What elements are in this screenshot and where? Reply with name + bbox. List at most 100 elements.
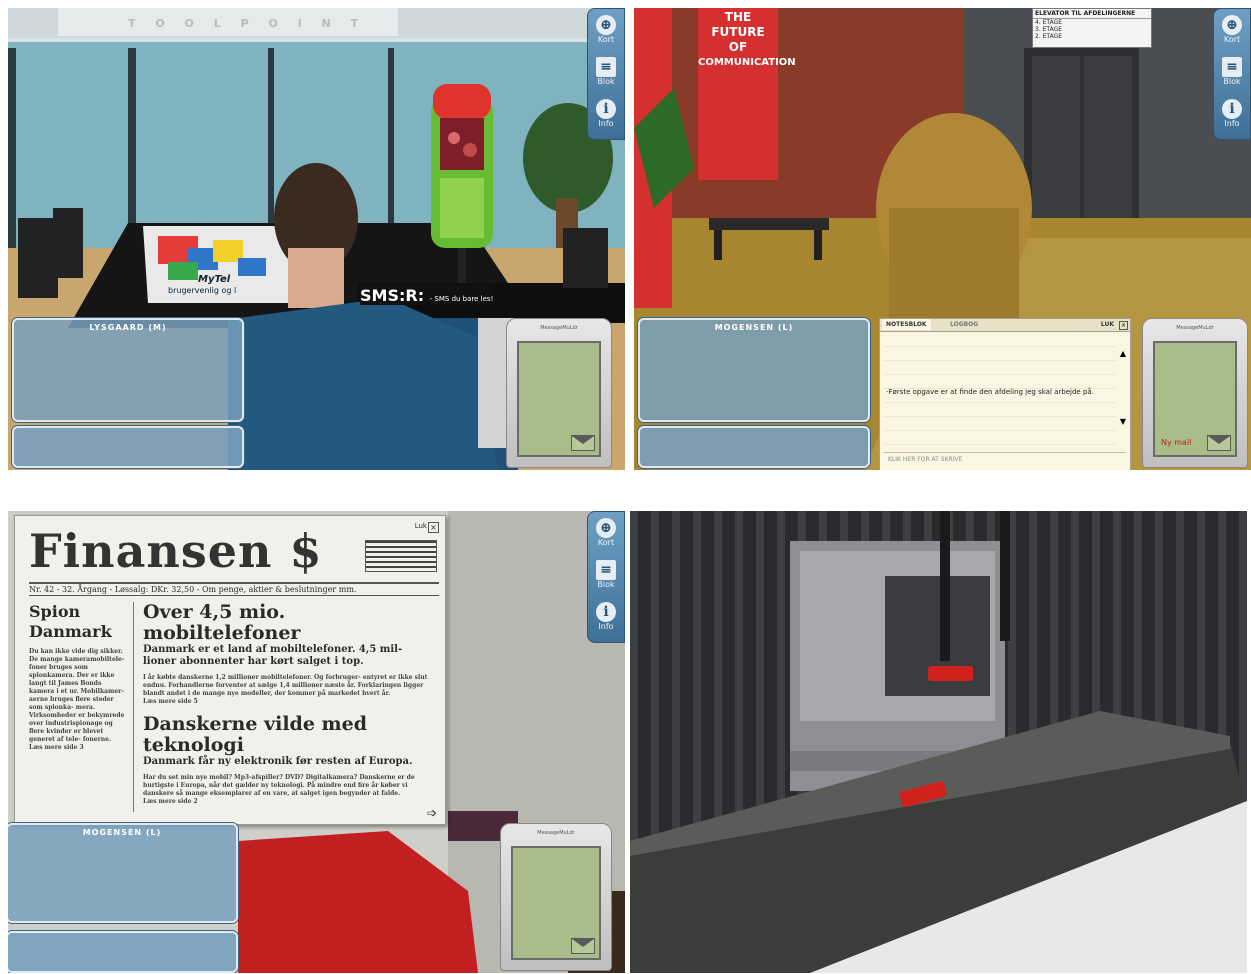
sms-sign-logo: SMS:R: [360,286,425,305]
wall-panel-stripe [630,511,638,841]
tab-logbog[interactable]: LOGBOG [946,319,982,330]
notepad-icon: ≡ [596,57,616,77]
elevator-row: 4. ETAGE [1035,19,1063,26]
chat-input-box[interactable] [8,931,238,973]
shop-sign: T O O L P O I N T [128,17,367,30]
scene-panel-newspaper: Finansen $ Luk × Nr. 42 - 32. Årgang - L… [8,511,625,973]
elevator-row: 3. ETAGE [1035,26,1063,33]
scene-panel-lobby: THE FUTURE OF COMMUNICATION ELEVATOR TIL… [634,8,1251,470]
article2-read-more[interactable]: Læs mere side 2 [143,798,433,806]
side-menu: ⊕ Kort ≡ Blok i Info [587,511,625,643]
elevator-sign: ELEVATOR TIL AFDELINGERNE 4. ETAGE 3. ET… [1032,8,1152,48]
menu-info[interactable]: i Info [591,600,621,636]
left-heading: Spion Danmark [29,602,112,641]
notepad-window: NOTESBLOK LOGBOG LUK × -Første opgave er… [879,318,1131,470]
phone-brand: MessageMuLdr [540,325,578,331]
close-icon[interactable]: × [428,522,439,533]
conveyor-scene [630,511,1247,973]
menu-blok[interactable]: ≡ Blok [591,558,621,594]
close-icon[interactable]: × [1119,321,1128,330]
menu-info[interactable]: i Info [591,97,621,133]
character-dialog-box: MOGENSEN (L) [638,318,870,422]
mobile-phone-widget[interactable]: MessageMuLdr Ny mail [1142,318,1248,468]
elevator-title: ELEVATOR TIL AFDELINGERNE [1033,9,1151,19]
newspaper-title: Finansen $ [29,524,323,578]
phone-brand: MessageMuLdr [537,830,575,836]
newspaper-window: Finansen $ Luk × Nr. 42 - 32. Årgang - L… [14,515,446,825]
sms-sign: SMS:R: - SMS du bare les! [360,286,494,305]
article1-heading: Over 4,5 mio. mobiltelefoner [143,601,301,644]
wall-panel-stripe [735,511,743,841]
close-button[interactable]: LUK [1097,319,1118,330]
menu-kort[interactable]: ⊕ Kort [1217,13,1247,49]
banner-line: THE [724,10,752,24]
wall-panel-stripe [777,511,785,841]
globe-icon: ⊕ [596,518,616,538]
info-icon: i [596,602,616,622]
banner-line: COMMUNICATION [698,57,796,68]
wall-panel-stripe [714,511,722,841]
character-dialog-box: LYSGAARD (M) [12,318,244,422]
article1-body: I år købte danskerne 1,2 millioner mobil… [143,674,428,697]
scroll-up-icon[interactable]: ▲ [1120,349,1126,358]
side-menu: ⊕ Kort ≡ Blok i Info [1213,8,1251,140]
wall-panel-stripe [672,511,680,841]
chat-input-box[interactable] [12,426,244,468]
article2-body: Har du set min nye mobil? Mp3-afspiller?… [143,774,415,797]
stock-graph-icon [365,540,437,572]
phone-screen: Ny mail [1153,341,1237,457]
article2-heading: Danskerne vilde med teknologi [143,713,368,756]
left-read-more[interactable]: Læs mere side 3 [29,744,127,752]
globe-icon: ⊕ [596,15,616,35]
phone-brand: MessageMuLdr [1176,325,1214,331]
article2-sub: Danmark får ny elektronik før resten af … [143,756,413,767]
left-column: Spion Danmark Du kan ikke vide dig sikke… [29,602,134,812]
scene-panel-office: T O O L P O I N T MyTel brugervenlig og … [8,8,625,470]
menu-info[interactable]: i Info [1217,97,1247,133]
envelope-icon[interactable] [571,938,595,954]
speaker-name: MOGENSEN (L) [714,323,794,332]
menu-kort[interactable]: ⊕ Kort [591,516,621,552]
character-dialog-box: MOGENSEN (L) [8,823,238,923]
tab-notesblok[interactable]: NOTESBLOK [882,319,931,330]
side-menu: ⊕ Kort ≡ Blok i Info [587,8,625,140]
menu-kort[interactable]: ⊕ Kort [591,13,621,49]
poster-brand: MyTel [198,274,231,285]
mobile-phone-widget[interactable]: MessageMuLdr [500,823,612,971]
newspaper-subtitle: Nr. 42 - 32. Årgang - Løssalg: DKr. 32,5… [29,582,439,596]
notepad-input[interactable]: KLIK HER FOR AT SKRIVE [884,452,1126,467]
wall-panel-stripe [651,511,659,841]
envelope-icon[interactable] [1207,435,1231,451]
speaker-name: LYSGAARD (M) [89,323,167,332]
article1-read-more[interactable]: Læs mere side 5 [143,698,433,706]
notepad-text[interactable]: -Første opgave er at finde den afdeling … [886,387,1106,397]
scene-panel-conveyor [630,511,1247,973]
globe-icon: ⊕ [1222,15,1242,35]
elevator-row: 2. ETAGE [1035,33,1063,40]
chat-input-box[interactable] [638,426,870,468]
close-button[interactable]: Luk [415,522,427,530]
next-page-arrow-icon[interactable]: ➩ [427,806,437,820]
left-body: Du kan ikke vide dig sikker. De mange ka… [29,648,125,743]
banner-line: FUTURE [711,25,765,39]
phone-screen [517,341,601,457]
article1-sub: Danmark er et land af mobiltelefoner. 4,… [143,644,403,667]
menu-blok[interactable]: ≡ Blok [591,55,621,91]
notepad-icon: ≡ [1222,57,1242,77]
sms-sign-slogan: - SMS du bare les! [429,295,494,303]
new-mail-label[interactable]: Ny mail [1161,438,1191,447]
speaker-name: MOGENSEN (L) [82,828,162,837]
wall-panel-stripe [693,511,701,841]
wall-panel-stripe [756,511,764,841]
info-icon: i [1222,99,1242,119]
info-icon: i [596,99,616,119]
notepad-icon: ≡ [596,560,616,580]
menu-blok[interactable]: ≡ Blok [1217,55,1247,91]
notepad-tabs: NOTESBLOK LOGBOG LUK × [880,319,1130,332]
scroll-down-icon[interactable]: ▼ [1120,417,1126,426]
envelope-icon[interactable] [571,435,595,451]
future-banner: THE FUTURE OF COMMUNICATION [698,8,796,180]
mobile-phone-widget[interactable]: MessageMuLdr [506,318,612,468]
banner-line: OF [728,40,748,54]
poster-slogan: brugervenlig og l [168,286,237,295]
